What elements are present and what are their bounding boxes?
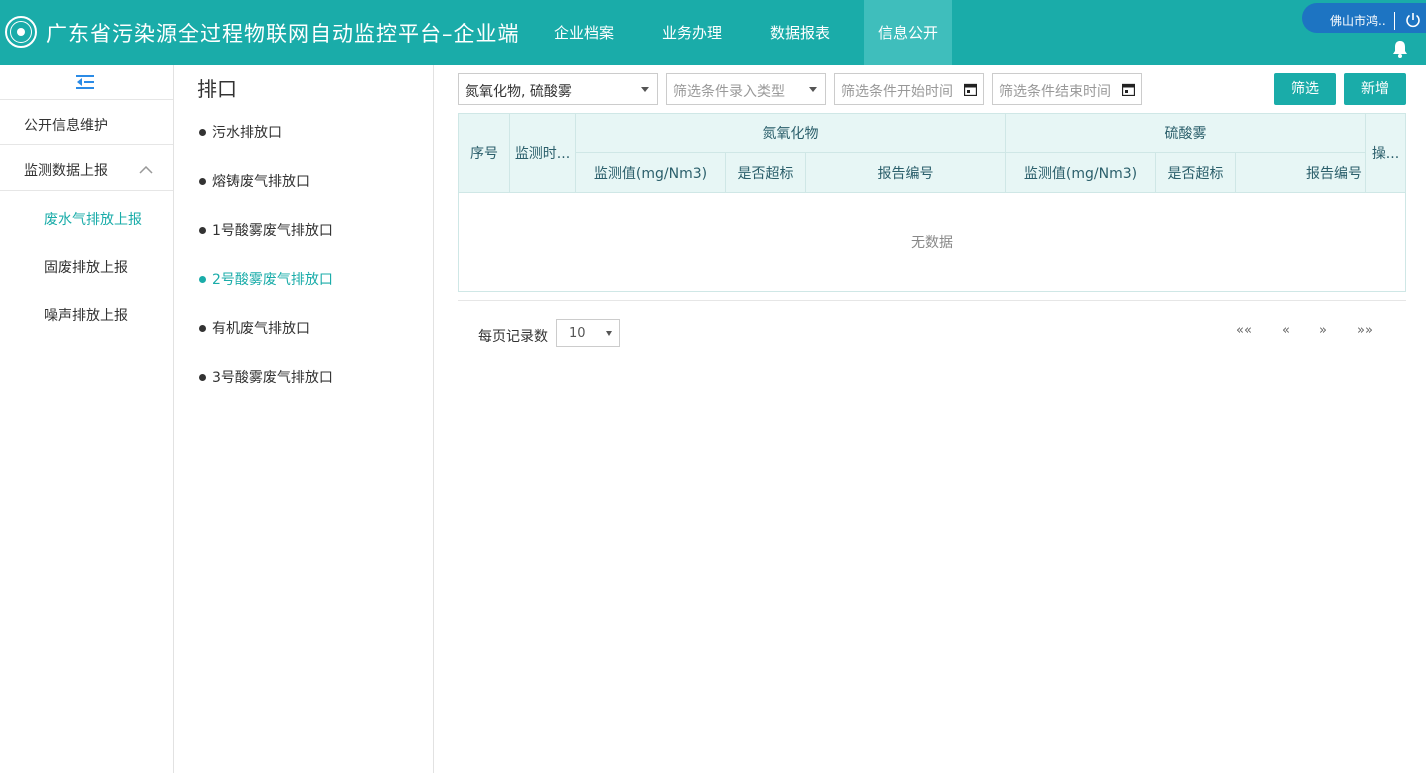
outlet-item[interactable]: 熔铸废气排放口 (199, 171, 310, 191)
nav-data-reports[interactable]: 数据报表 (757, 0, 843, 65)
bullet-icon (199, 276, 206, 283)
entry-type-placeholder: 筛选条件录入类型 (673, 84, 785, 100)
outlet-item[interactable]: 2号酸雾废气排放口 (199, 269, 333, 289)
add-button[interactable]: 新增 (1344, 73, 1406, 105)
outlet-item[interactable]: 有机废气排放口 (199, 318, 310, 338)
column-header-report-no[interactable]: 报告编号 (1236, 153, 1366, 193)
column-header-seq[interactable]: 序号 (459, 114, 510, 193)
page-size-value: 10 (569, 326, 586, 341)
column-header-exceed[interactable]: 是否超标 (726, 153, 806, 193)
column-header-ops[interactable]: 操... (1366, 114, 1405, 193)
sidebar-item-label: 监测数据上报 (24, 163, 108, 179)
caret-down-icon (641, 87, 649, 92)
sidebar-subitem-noise[interactable]: 噪声排放上报 (44, 305, 128, 325)
caret-down-icon (606, 331, 612, 336)
nav-business[interactable]: 业务办理 (649, 0, 735, 65)
prev-page-button[interactable]: « (1282, 323, 1290, 338)
bullet-icon (199, 178, 206, 185)
entry-type-select[interactable]: 筛选条件录入类型 (666, 73, 826, 105)
calendar-icon[interactable] (964, 83, 977, 96)
start-time-placeholder: 筛选条件开始时间 (841, 84, 953, 100)
end-time-input[interactable]: 筛选条件结束时间 (992, 73, 1142, 105)
next-page-button[interactable]: » (1319, 323, 1327, 338)
divider (458, 300, 1406, 301)
column-header-exceed[interactable]: 是否超标 (1156, 153, 1236, 193)
column-header-value[interactable]: 监测值(mg/Nm3) (1006, 153, 1156, 193)
bullet-icon (199, 227, 206, 234)
outlet-item[interactable]: 1号酸雾废气排放口 (199, 220, 333, 240)
caret-down-icon (809, 87, 817, 92)
pollutant-select[interactable]: 氮氧化物, 硫酸雾 (458, 73, 658, 105)
outlet-panel-title: 排口 (197, 77, 237, 101)
user-separator (1394, 12, 1395, 30)
filter-button[interactable]: 筛选 (1274, 73, 1336, 105)
start-time-input[interactable]: 筛选条件开始时间 (834, 73, 984, 105)
bullet-icon (199, 129, 206, 136)
data-table: 序号 监测时... 氮氧化物 硫酸雾 操... 监测值(mg/Nm3) 是否超标… (458, 113, 1406, 292)
last-page-button[interactable]: »» (1357, 323, 1373, 338)
end-time-placeholder: 筛选条件结束时间 (999, 84, 1111, 100)
calendar-icon[interactable] (1122, 83, 1135, 96)
sidebar-item-public-info[interactable]: 公开信息维护 (0, 99, 173, 145)
sidebar-subitem-wastewater-gas[interactable]: 废水气排放上报 (44, 209, 142, 229)
emblem-logo-icon (5, 16, 37, 48)
column-header-value[interactable]: 监测值(mg/Nm3) (576, 153, 726, 193)
app-title: 广东省污染源全过程物联网自动监控平台–企业端 (46, 22, 520, 46)
empty-state-text: 无数据 (911, 235, 953, 251)
collapse-menu-icon[interactable] (76, 74, 94, 90)
first-page-button[interactable]: «« (1236, 323, 1252, 338)
nav-enterprise-archive[interactable]: 企业档案 (541, 0, 627, 65)
page-size-label: 每页记录数 (478, 329, 548, 345)
sidebar-item-label: 公开信息维护 (24, 118, 108, 134)
page-size-select[interactable]: 10 (556, 319, 620, 347)
chevron-up-icon[interactable] (139, 166, 153, 174)
sidebar-subitem-solid-waste[interactable]: 固废排放上报 (44, 257, 128, 277)
user-name[interactable]: 佛山市鸿.. (1330, 12, 1386, 29)
column-header-time[interactable]: 监测时... (510, 114, 576, 193)
bullet-icon (199, 374, 206, 381)
nav-info-disclosure[interactable]: 信息公开 (864, 0, 952, 65)
bell-icon[interactable] (1390, 39, 1410, 59)
outlet-item[interactable]: 3号酸雾废气排放口 (199, 367, 333, 387)
power-icon[interactable] (1404, 11, 1422, 29)
column-group-sulfuric-mist: 硫酸雾 (1006, 114, 1366, 153)
outlet-item[interactable]: 污水排放口 (199, 122, 282, 142)
pollutant-select-value: 氮氧化物, 硫酸雾 (465, 84, 572, 100)
bullet-icon (199, 325, 206, 332)
column-header-report-no[interactable]: 报告编号 (806, 153, 1006, 193)
column-group-nox: 氮氧化物 (576, 114, 1006, 153)
